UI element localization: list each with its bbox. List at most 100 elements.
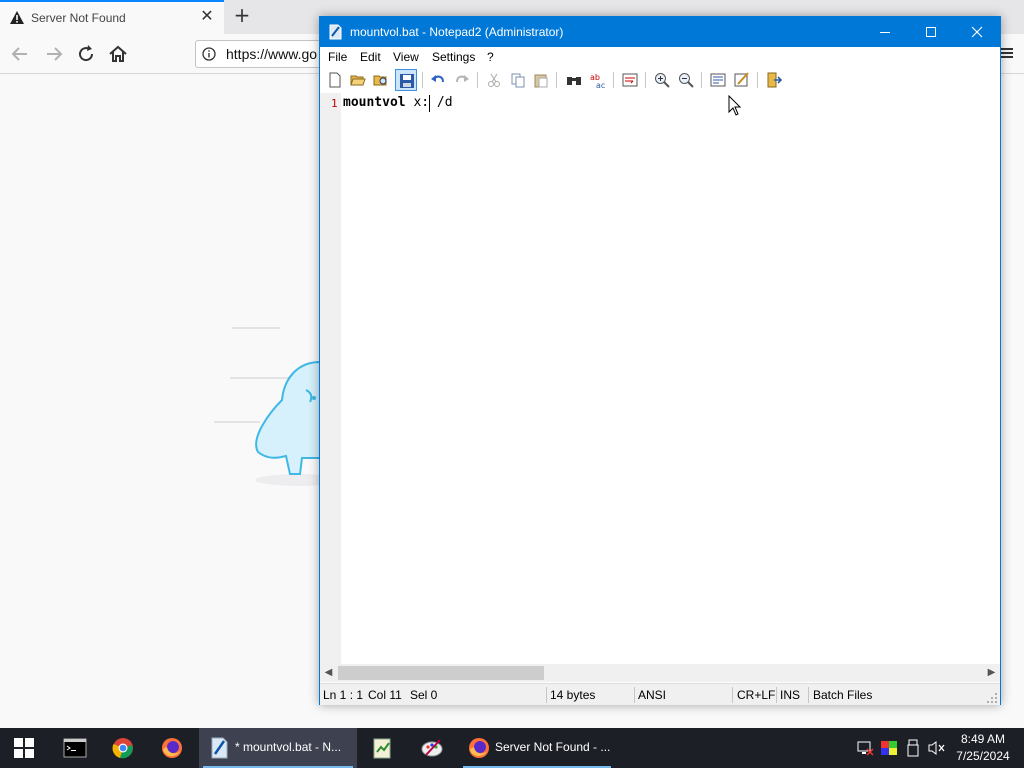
volume-muted-icon[interactable]	[928, 740, 946, 756]
status-separator	[776, 687, 777, 703]
code-line[interactable]: mountvol x: /d	[343, 95, 453, 110]
paste-icon[interactable]	[532, 71, 550, 89]
browse-folder-icon[interactable]	[372, 71, 390, 89]
notepad2-window: mountvol.bat - Notepad2 (Administrator) …	[319, 16, 1001, 705]
status-separator	[634, 687, 635, 703]
display-icon[interactable]	[880, 740, 898, 756]
save-icon	[400, 74, 414, 88]
status-separator	[732, 687, 733, 703]
scrollbar-thumb[interactable]	[338, 666, 544, 680]
window-title: mountvol.bat - Notepad2 (Administrator)	[350, 25, 564, 39]
clock[interactable]: 8:49 AM 7/25/2024	[950, 731, 1016, 765]
undo-icon[interactable]	[429, 71, 447, 89]
open-folder-icon[interactable]	[349, 71, 367, 89]
editor-area[interactable]: 1 mountvol x: /d	[320, 93, 1000, 664]
title-bar[interactable]: mountvol.bat - Notepad2 (Administrator)	[320, 17, 1000, 47]
clock-time: 8:49 AM	[960, 732, 1006, 746]
toolbar-separator	[757, 72, 758, 88]
taskbar-firefox-window[interactable]: Server Not Found - ...	[459, 728, 615, 768]
toolbar-separator	[701, 72, 702, 88]
menu-settings[interactable]: Settings	[432, 50, 475, 64]
command-prompt-icon	[63, 738, 87, 758]
taskbar-paint[interactable]	[409, 728, 455, 768]
taskbar: * mountvol.bat - N... Server Not Found -…	[0, 728, 1024, 768]
status-line-ending[interactable]: CR+LF	[737, 688, 775, 702]
status-separator	[546, 687, 547, 703]
exit-icon[interactable]	[765, 71, 783, 89]
scheme-icon[interactable]	[709, 71, 727, 89]
word-wrap-icon[interactable]	[621, 71, 639, 89]
status-bar: Ln 1 : 1 Col 11 Sel 0 14 bytes ANSI CR+L…	[320, 683, 1000, 705]
mouse-cursor-icon	[728, 95, 742, 116]
svg-text:ac: ac	[596, 81, 605, 89]
network-icon[interactable]	[856, 740, 874, 756]
taskbar-cmd[interactable]	[52, 728, 98, 768]
home-icon[interactable]	[106, 42, 130, 66]
warning-icon	[10, 11, 24, 24]
status-size: 14 bytes	[550, 688, 596, 702]
menu-help[interactable]: ?	[487, 50, 494, 64]
toolbar-separator	[613, 72, 614, 88]
toolbar-separator	[645, 72, 646, 88]
scroll-left-icon[interactable]: ◀	[320, 664, 337, 682]
toolbar-separator	[556, 72, 557, 88]
new-file-icon[interactable]	[326, 71, 344, 89]
taskbar-chrome[interactable]	[100, 728, 146, 768]
reload-icon[interactable]	[74, 42, 98, 66]
tab-title: Server Not Found	[31, 11, 126, 25]
menu-file[interactable]: File	[328, 50, 347, 64]
taskbar-notepad2[interactable]: * mountvol.bat - N...	[199, 728, 357, 768]
horizontal-scrollbar[interactable]: ◀ ▶	[320, 664, 1000, 682]
status-scheme[interactable]: Batch Files	[813, 688, 872, 702]
text-editor-icon	[373, 738, 391, 759]
resize-grip-icon[interactable]	[986, 692, 998, 704]
tab-close-icon[interactable]: ✕	[198, 7, 216, 25]
clock-date: 7/25/2024	[956, 749, 1010, 763]
toolbar: ab ac	[320, 67, 1000, 93]
forward-icon[interactable]	[42, 42, 66, 66]
text-caret	[429, 95, 430, 112]
taskbar-notepad2-label: * mountvol.bat - N...	[235, 740, 342, 754]
redo-icon[interactable]	[453, 71, 471, 89]
status-selection: Sel 0	[410, 688, 438, 702]
maximize-icon[interactable]	[908, 17, 954, 47]
taskbar-firefox-label: Server Not Found - ...	[495, 740, 611, 754]
url-text: https://www.go	[226, 46, 318, 62]
paint-icon	[421, 739, 443, 757]
code-keyword: mountvol	[343, 95, 406, 110]
copy-icon[interactable]	[509, 71, 527, 89]
firefox-icon	[162, 738, 182, 758]
zoom-out-icon[interactable]	[677, 71, 695, 89]
toolbar-separator	[477, 72, 478, 88]
status-encoding[interactable]: ANSI	[638, 688, 666, 702]
back-icon[interactable]	[8, 42, 32, 66]
replace-icon[interactable]: abac	[589, 71, 607, 89]
scroll-right-icon[interactable]: ▶	[983, 664, 1000, 682]
firefox-window-icon	[469, 738, 489, 758]
usb-device-icon[interactable]	[906, 739, 920, 757]
menu-edit[interactable]: Edit	[360, 50, 381, 64]
toolbar-separator	[422, 72, 423, 88]
cut-icon[interactable]	[485, 71, 503, 89]
line-number: 1	[331, 97, 338, 110]
server-not-found-illustration	[214, 327, 330, 486]
save-button[interactable]	[395, 69, 417, 91]
minimize-icon[interactable]	[862, 17, 908, 47]
notepad2-taskbar-icon	[211, 737, 228, 759]
notepad2-app-icon	[329, 24, 342, 40]
taskbar-firefox-pinned[interactable]	[149, 728, 195, 768]
menu-view[interactable]: View	[393, 50, 419, 64]
zoom-in-icon[interactable]	[653, 71, 671, 89]
chrome-icon	[112, 738, 133, 759]
new-tab-button[interactable]: +	[231, 4, 253, 26]
tab-server-not-found[interactable]: Server Not Found ✕	[0, 0, 224, 34]
find-icon[interactable]	[565, 71, 583, 89]
status-column: Col 11	[368, 688, 402, 702]
windows-start-icon[interactable]	[14, 738, 34, 758]
status-mode[interactable]: INS	[780, 688, 800, 702]
info-icon[interactable]	[202, 47, 216, 61]
line-number-gutter: 1	[320, 93, 341, 664]
customize-scheme-icon[interactable]	[733, 71, 751, 89]
close-icon[interactable]	[954, 17, 1000, 47]
taskbar-notepad-plus[interactable]	[360, 728, 406, 768]
